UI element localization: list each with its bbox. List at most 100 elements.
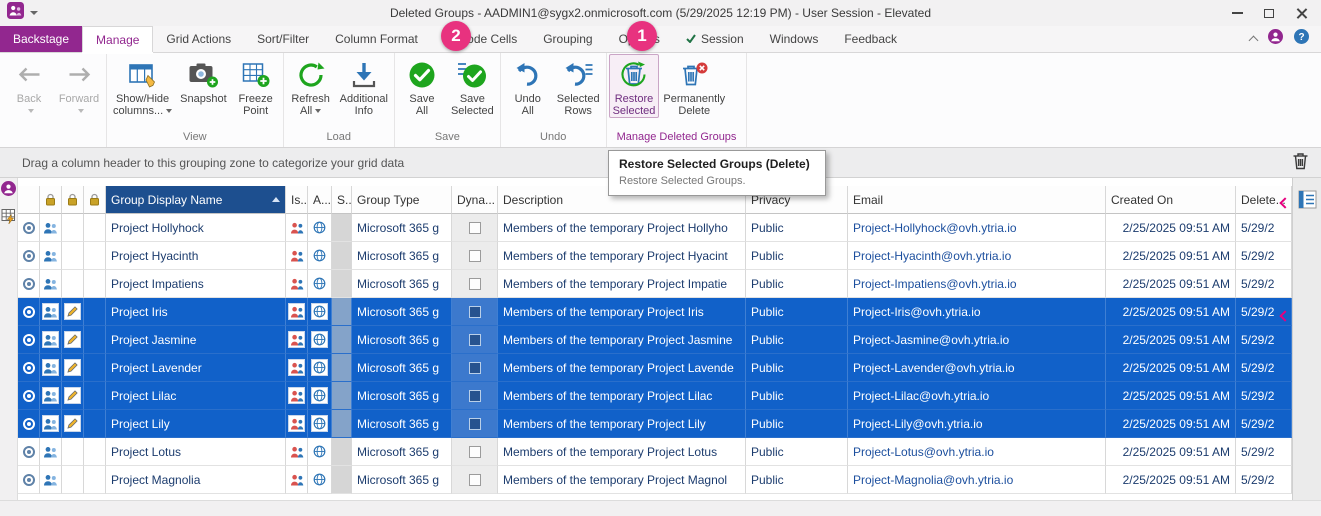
button-label: Delete [678,105,710,117]
additional-info-button[interactable]: AdditionalInfo [336,54,392,117]
back-button[interactable]: Back [4,54,54,117]
cell-name: Project Iris [106,298,286,326]
app-icon[interactable] [7,2,24,24]
cell-email: Project-Hyacinth@ovh.ytria.io [848,242,1106,270]
grid-row-project-lily[interactable]: Project LilyMicrosoft 365 gMembers of th… [18,410,1292,438]
grid-lightning-icon[interactable] [1,207,17,229]
tab-windows[interactable]: Windows [757,26,832,52]
dynamic-membership-checkbox[interactable] [469,418,481,430]
button-label: Show/Hide [116,93,169,105]
show-hide-columns-button[interactable]: Show/Hidecolumns... [109,54,176,117]
spacer-cell [84,270,106,298]
cell-description: Members of the temporary Project Jasmine [498,326,746,354]
people-pair-icon [42,303,59,320]
profile-icon[interactable] [1268,29,1283,49]
lock-icon[interactable] [62,186,84,214]
column-header-gutter[interactable] [18,186,40,214]
column-header-is[interactable]: Is... [286,186,308,214]
dynamic-membership-checkbox[interactable] [469,306,481,318]
grid-row-project-iris[interactable]: Project IrisMicrosoft 365 gMembers of th… [18,298,1292,326]
column-header-a[interactable]: A... [308,186,332,214]
dynamic-membership-checkbox[interactable] [469,278,481,290]
column-header-groupType[interactable]: Group Type [352,186,452,214]
dynamic-membership-checkbox[interactable] [469,334,481,346]
tab-grid-actions[interactable]: Grid Actions [153,26,244,52]
lock-icon[interactable] [40,186,62,214]
callout-badge-2: 2 [441,21,471,51]
column-header-email[interactable]: Email [848,186,1106,214]
cell-description: Members of the temporary Project Hyacint [498,242,746,270]
cell-is [286,242,308,270]
additional-info-icon [351,58,377,91]
snapshot-button[interactable]: Snapshot [176,54,230,117]
undo-selected-rows-button[interactable]: SelectedRows [553,54,604,117]
m365-group-icon [288,303,305,320]
dynamic-membership-checkbox[interactable] [469,474,481,486]
dynamic-membership-checkbox[interactable] [469,362,481,374]
grid-row-project-lavender[interactable]: Project LavenderMicrosoft 365 gMembers o… [18,354,1292,382]
close-button[interactable] [1285,0,1317,26]
app-menu-caret-icon[interactable] [30,11,38,15]
tab-column-format[interactable]: Column Format [322,26,431,52]
collapse-ribbon-icon[interactable] [1249,36,1259,46]
spacer-cell [84,438,106,466]
undo-all-button[interactable]: UndoAll [503,54,553,117]
grid-row-project-hyacinth[interactable]: Project HyacinthMicrosoft 365 gMembers o… [18,242,1292,270]
grid-row-project-impatiens[interactable]: Project ImpatiensMicrosoft 365 gMembers … [18,270,1292,298]
button-label: Refresh [291,93,330,105]
column-header-label: A... [313,193,331,207]
lock-icon[interactable] [84,186,106,214]
tab-feedback[interactable]: Feedback [831,26,910,52]
grid-row-project-hollyhock[interactable]: Project HollyhockMicrosoft 365 gMembers … [18,214,1292,242]
profile-icon[interactable] [1,181,16,201]
maximize-button[interactable] [1253,0,1285,26]
column-header-name[interactable]: Group Display Name [106,186,286,214]
tab-grouping[interactable]: Grouping [530,26,605,52]
grid-row-project-magnolia[interactable]: Project MagnoliaMicrosoft 365 gMembers o… [18,466,1292,494]
grid-row-project-jasmine[interactable]: Project JasmineMicrosoft 365 gMembers of… [18,326,1292,354]
save-selected-button[interactable]: SaveSelected [447,54,498,117]
dynamic-membership-checkbox[interactable] [469,446,481,458]
save-all-button[interactable]: SaveAll [397,54,447,117]
pencil-icon [64,359,81,376]
globe-icon [313,277,326,290]
freeze-point-button[interactable]: FreezePoint [231,54,281,117]
cell-created-on: 2/25/2025 09:51 AM [1106,326,1236,354]
help-icon[interactable]: ? [1294,29,1309,49]
tab-session[interactable]: Session [673,26,757,52]
list-panel-icon[interactable] [1298,190,1317,214]
app-window: Deleted Groups - AADMIN1@sygx2.onmicroso… [0,0,1321,516]
column-header-createdOn[interactable]: Created On [1106,186,1236,214]
edit-indicator-cell [62,242,84,270]
cell-privacy: Public [746,438,848,466]
dynamic-membership-checkbox[interactable] [469,390,481,402]
m365-group-icon [290,250,304,262]
save-all-icon [408,58,436,91]
dynamic-membership-checkbox[interactable] [469,250,481,262]
column-header-dyna[interactable]: Dyna... [452,186,498,214]
permanently-delete-button[interactable]: PermanentlyDelete [659,54,729,117]
refresh-all-button[interactable]: RefreshAll [286,54,336,117]
tab-manage[interactable]: Manage [82,26,153,52]
trash-icon [1292,152,1309,173]
minimize-button[interactable] [1221,0,1253,26]
dynamic-membership-checkbox[interactable] [469,222,481,234]
button-label: Point [243,105,268,117]
column-header-s[interactable]: S... [332,186,352,214]
cell-is [286,410,308,438]
tab-backstage[interactable]: Backstage [0,26,82,52]
grid-row-project-lilac[interactable]: Project LilacMicrosoft 365 gMembers of t… [18,382,1292,410]
left-strip [0,178,18,500]
cell-email: Project-Magnolia@ovh.ytria.io [848,466,1106,494]
grid-row-project-lotus[interactable]: Project LotusMicrosoft 365 gMembers of t… [18,438,1292,466]
cell-description: Members of the temporary Project Impatie [498,270,746,298]
clear-grouping-button[interactable] [1292,152,1313,173]
cell-deleted: 5/29/2 [1236,466,1292,494]
ribbon-group-label: Save [397,128,498,147]
ribbon-group-label: Undo [503,128,604,147]
window-controls [1221,0,1317,26]
tab-sort-filter[interactable]: Sort/Filter [244,26,322,52]
cell-description: Members of the temporary Project Lily [498,410,746,438]
forward-button[interactable]: Forward [54,54,104,117]
restore-selected-button[interactable]: RestoreSelected [609,54,660,118]
